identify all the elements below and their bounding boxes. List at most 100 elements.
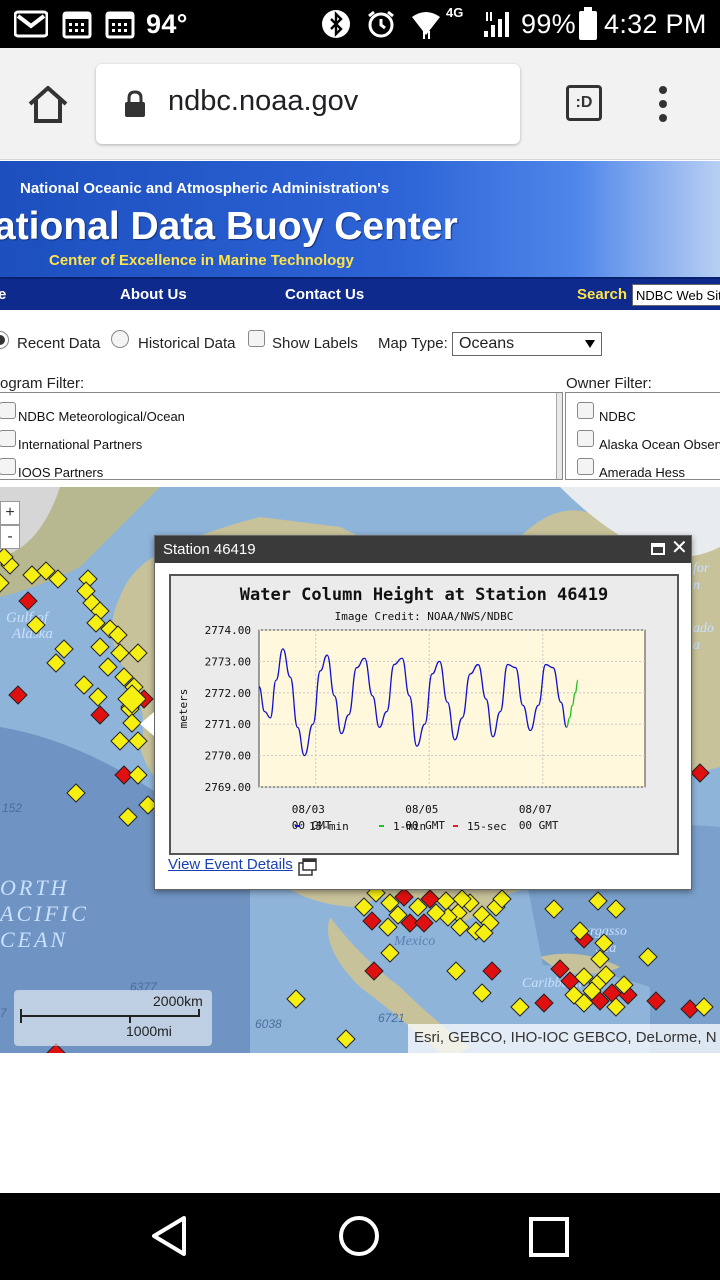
owner-filter-label: Owner Filter:	[566, 375, 652, 392]
owner-filter-checkbox[interactable]	[577, 458, 594, 475]
alarm-icon	[366, 0, 396, 48]
bluetooth-icon	[321, 0, 351, 48]
x-tick-label: 08/05	[405, 803, 438, 816]
radio-historical-data[interactable]	[111, 330, 129, 348]
y-tick-label: 2770.00	[205, 750, 251, 763]
program-filter-checkbox[interactable]	[0, 430, 16, 447]
address-bar[interactable]: ndbc.noaa.gov	[96, 64, 520, 144]
home-circle-icon[interactable]	[338, 1215, 380, 1262]
scrollbar[interactable]	[556, 393, 562, 479]
water-column-chart: Water Column Height at Station 46419 Imag…	[169, 574, 679, 855]
y-axis-label: meters	[177, 689, 190, 729]
nav-item-about[interactable]: About Us	[120, 286, 187, 303]
view-event-details-label: View Event Details	[168, 856, 293, 873]
recents-icon[interactable]	[529, 1217, 569, 1262]
back-icon[interactable]	[150, 1215, 188, 1262]
zoom-out-button[interactable]: -	[0, 525, 20, 549]
map-label: 6038	[255, 1017, 282, 1031]
url-text: ndbc.noaa.gov	[168, 85, 359, 117]
map-type-select[interactable]: Oceans	[452, 332, 602, 356]
y-tick-label: 2772.00	[205, 687, 251, 700]
map-label: for	[693, 561, 710, 576]
program-filter-option: International Partners	[18, 437, 143, 452]
legend-swatch	[379, 825, 384, 827]
close-icon[interactable]: ✕	[671, 538, 688, 558]
search-label: Search	[577, 286, 628, 303]
chart-subtitle: Image Credit: NOAA/NWS/NDBC	[335, 610, 514, 623]
show-labels-checkbox[interactable]	[248, 330, 265, 347]
y-tick-label: 2771.00	[205, 718, 251, 731]
clock-text: 4:32 PM	[604, 8, 707, 39]
popup-title-bar: Station 46419 ✕	[155, 536, 691, 563]
legend-label: 15-min	[309, 820, 349, 833]
home-icon[interactable]	[26, 84, 70, 129]
org-name: National Oceanic and Atmospheric Adminis…	[20, 180, 390, 197]
network-type-text: 4G	[446, 4, 464, 20]
battery-icon	[578, 0, 598, 48]
owner-filter-option: Alaska Ocean Observ	[599, 437, 720, 452]
owner-filter-list[interactable]: NDBC Alaska Ocean Observ Amerada Hess	[565, 392, 720, 480]
calendar-icon	[105, 0, 135, 48]
zoom-in-button[interactable]: +	[0, 501, 20, 525]
program-filter-checkbox[interactable]	[0, 458, 16, 475]
nav-item-home[interactable]: e	[0, 286, 6, 303]
site-nav: e About Us Contact Us Search NDBC Web Si…	[0, 277, 720, 310]
legend-swatch	[295, 825, 300, 827]
map-label: ado	[693, 621, 714, 636]
map-label: ACIFIC	[0, 901, 89, 926]
map-label: 6721	[378, 1011, 405, 1025]
tabs-icon[interactable]: :D	[566, 85, 602, 121]
owner-filter-option: NDBC	[599, 409, 636, 424]
nav-item-contact[interactable]: Contact Us	[285, 286, 364, 303]
browser-toolbar: ndbc.noaa.gov :D	[0, 48, 720, 160]
calendar-icon	[62, 0, 92, 48]
site-subtitle: Center of Excellence in Marine Technolog…	[49, 252, 354, 269]
radio-recent-data-label: Recent Data	[17, 335, 101, 352]
scale-mi-label: 1000mi	[126, 1023, 172, 1039]
maximize-icon[interactable]	[651, 543, 665, 555]
program-filter-checkbox[interactable]	[0, 402, 16, 419]
lock-icon	[124, 90, 146, 123]
popup-pointer	[140, 712, 154, 736]
gmail-icon	[14, 0, 48, 48]
y-tick-label: 2769.00	[205, 781, 251, 794]
x-tick-label: 08/03	[292, 803, 325, 816]
map-label: ORTH	[0, 875, 69, 900]
map-scale: 2000km 1000mi	[14, 990, 212, 1046]
status-bar: 94° 4G 99% 4:32 PM	[0, 0, 720, 48]
radio-recent-data[interactable]	[0, 331, 9, 349]
signal-icon	[482, 0, 516, 48]
chart-title: Water Column Height at Station 46419	[240, 585, 608, 605]
program-filter-list[interactable]: NDBC Meteorological/Ocean International …	[0, 392, 563, 480]
owner-filter-checkbox[interactable]	[577, 402, 594, 419]
battery-percent-text: 99%	[521, 8, 576, 39]
y-tick-label: 2774.00	[205, 624, 251, 637]
open-new-window-icon[interactable]	[298, 858, 318, 881]
more-vert-icon[interactable]	[655, 84, 671, 129]
x-tick-label: 00 GMT	[519, 819, 559, 832]
map-label: n	[693, 578, 700, 593]
show-labels-label: Show Labels	[272, 335, 358, 352]
radio-historical-data-label: Historical Data	[138, 335, 236, 352]
map-type-label: Map Type:	[378, 335, 448, 352]
scale-km-label: 2000km	[153, 993, 203, 1009]
map-type-value: Oceans	[459, 335, 515, 352]
wifi-icon	[410, 0, 442, 48]
x-tick-label: 08/07	[519, 803, 552, 816]
popup-title: Station 46419	[163, 541, 256, 558]
legend-label: 15-sec	[467, 820, 507, 833]
search-input[interactable]: NDBC Web Sit	[632, 284, 720, 306]
system-nav-bar	[0, 1193, 720, 1280]
map-label: CEAN	[0, 927, 68, 952]
program-filter-label: ogram Filter:	[0, 375, 85, 392]
view-event-details-link[interactable]: View Event Details	[168, 856, 293, 873]
map-attribution: Esri, GEBCO, IHO-IOC GEBCO, DeLorme, N	[408, 1024, 720, 1053]
legend-swatch	[453, 825, 458, 827]
map-label: a	[693, 638, 700, 653]
owner-filter-checkbox[interactable]	[577, 430, 594, 447]
y-tick-label: 2773.00	[205, 655, 251, 668]
legend-label: 1-min	[393, 820, 426, 833]
site-banner: National Oceanic and Atmospheric Adminis…	[0, 161, 720, 277]
program-filter-option: NDBC Meteorological/Ocean	[18, 409, 185, 424]
site-title[interactable]: ational Data Buoy Center	[0, 205, 458, 249]
